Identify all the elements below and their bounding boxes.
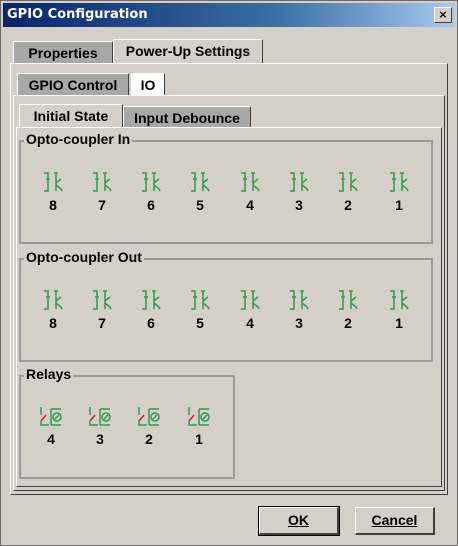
tab-initial-state[interactable]: Initial State bbox=[19, 104, 123, 128]
opto-out-number: 7 bbox=[98, 315, 106, 331]
opto-coupler-icon bbox=[390, 172, 409, 192]
window-title: GPIO Configuration bbox=[7, 7, 148, 22]
opto-coupler-icon bbox=[241, 172, 260, 192]
opto-in-item[interactable]: 8 bbox=[33, 171, 73, 213]
opto-out-item[interactable]: 3 bbox=[279, 289, 319, 331]
opto-coupler-icon bbox=[93, 172, 112, 192]
relay-icon bbox=[188, 407, 210, 426]
tab-io[interactable]: IO bbox=[131, 73, 165, 97]
opto-coupler-in-title: Opto-coupler In bbox=[24, 131, 133, 147]
relay-item[interactable]: 4 bbox=[31, 405, 71, 447]
relay-item[interactable]: 2 bbox=[129, 405, 169, 447]
opto-in-item[interactable]: 4 bbox=[230, 171, 270, 213]
opto-coupler-icon bbox=[44, 290, 63, 310]
opto-coupler-icon bbox=[44, 172, 63, 192]
opto-in-item[interactable]: 7 bbox=[82, 171, 122, 213]
opto-in-item[interactable]: 1 bbox=[379, 171, 419, 213]
opto-in-number: 7 bbox=[98, 197, 106, 213]
opto-coupler-icon bbox=[93, 290, 112, 310]
opto-in-item[interactable]: 3 bbox=[279, 171, 319, 213]
opto-out-number: 5 bbox=[196, 315, 204, 331]
relay-item[interactable]: 1 bbox=[179, 405, 219, 447]
opto-out-item[interactable]: 8 bbox=[33, 289, 73, 331]
tab-power-up-settings[interactable]: Power-Up Settings bbox=[113, 39, 263, 63]
relay-number: 2 bbox=[145, 431, 153, 447]
relay-icon bbox=[40, 407, 62, 426]
opto-out-number: 1 bbox=[395, 315, 403, 331]
relay-number: 4 bbox=[47, 431, 55, 447]
opto-coupler-icon bbox=[290, 172, 309, 192]
opto-coupler-icon bbox=[142, 290, 161, 310]
opto-in-number: 3 bbox=[295, 197, 303, 213]
relays-title: Relays bbox=[24, 366, 74, 382]
close-button[interactable]: × bbox=[434, 7, 452, 23]
cancel-button[interactable]: Cancel bbox=[355, 507, 435, 535]
opto-out-number: 6 bbox=[147, 315, 155, 331]
opto-coupler-icon bbox=[339, 172, 358, 192]
opto-in-number: 8 bbox=[49, 197, 57, 213]
opto-in-number: 5 bbox=[196, 197, 204, 213]
opto-coupler-icon bbox=[390, 290, 409, 310]
opto-in-number: 4 bbox=[246, 197, 254, 213]
opto-out-number: 4 bbox=[246, 315, 254, 331]
opto-out-item[interactable]: 6 bbox=[131, 289, 171, 331]
opto-out-item[interactable]: 4 bbox=[230, 289, 270, 331]
relay-icon bbox=[89, 407, 111, 426]
opto-in-item[interactable]: 6 bbox=[131, 171, 171, 213]
opto-coupler-out-title: Opto-coupler Out bbox=[24, 249, 144, 265]
ok-button[interactable]: OK bbox=[258, 506, 340, 536]
opto-in-number: 2 bbox=[344, 197, 352, 213]
relay-icon bbox=[138, 407, 160, 426]
title-bar[interactable]: GPIO Configuration × bbox=[3, 3, 455, 27]
opto-coupler-icon bbox=[191, 172, 210, 192]
opto-in-item[interactable]: 5 bbox=[180, 171, 220, 213]
opto-out-number: 8 bbox=[49, 315, 57, 331]
gpio-configuration-window: GPIO Configuration × Properties Power-Up… bbox=[0, 0, 458, 546]
opto-in-number: 6 bbox=[147, 197, 155, 213]
opto-coupler-icon bbox=[290, 290, 309, 310]
opto-out-number: 2 bbox=[344, 315, 352, 331]
tab-gpio-control[interactable]: GPIO Control bbox=[17, 73, 129, 95]
opto-coupler-icon bbox=[241, 290, 260, 310]
opto-in-item[interactable]: 2 bbox=[328, 171, 368, 213]
opto-out-item[interactable]: 2 bbox=[328, 289, 368, 331]
opto-out-item[interactable]: 1 bbox=[379, 289, 419, 331]
opto-in-number: 1 bbox=[395, 197, 403, 213]
opto-out-item[interactable]: 5 bbox=[180, 289, 220, 331]
opto-out-item[interactable]: 7 bbox=[82, 289, 122, 331]
opto-out-number: 3 bbox=[295, 315, 303, 331]
tab-properties[interactable]: Properties bbox=[13, 41, 113, 63]
opto-coupler-icon bbox=[191, 290, 210, 310]
relay-number: 1 bbox=[195, 431, 203, 447]
opto-coupler-icon bbox=[339, 290, 358, 310]
tab-input-debounce[interactable]: Input Debounce bbox=[123, 106, 251, 128]
relay-number: 3 bbox=[96, 431, 104, 447]
relay-item[interactable]: 3 bbox=[80, 405, 120, 447]
opto-coupler-icon bbox=[142, 172, 161, 192]
